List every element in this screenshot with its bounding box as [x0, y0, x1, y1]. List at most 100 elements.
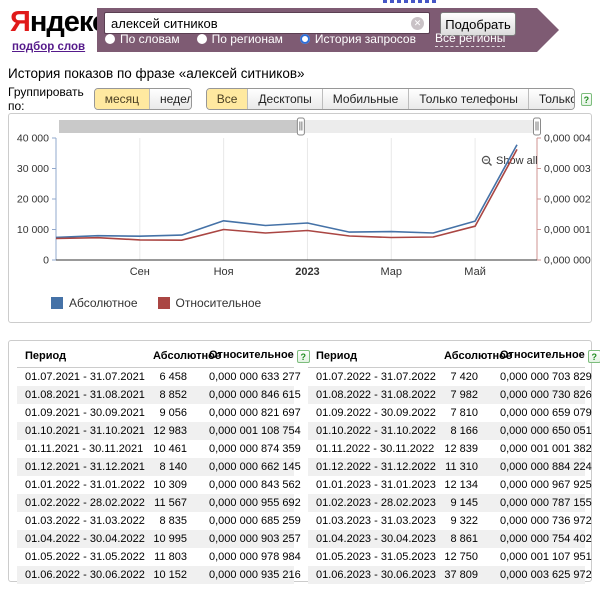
period-cell: 01.10.2022 - 31.10.2022 [316, 425, 436, 437]
table-row: 01.11.2022 - 30.11.2022 12 839 0,000 001 0… [308, 440, 592, 458]
relative-cell: 0,000 000 633 277 [209, 371, 301, 383]
table-row: 01.10.2022 - 31.10.2022 8 166 0,000 000 65… [308, 422, 592, 440]
navigator-handle-icon[interactable] [296, 117, 305, 136]
relative-cell: 0,000 000 685 259 [209, 515, 301, 527]
period-cell: 01.09.2021 - 30.09.2021 [25, 407, 145, 419]
x-axis-label: 2023 [295, 266, 319, 278]
period-cell: 01.12.2021 - 31.12.2021 [25, 461, 145, 473]
relative-cell: 0,000 000 787 155 [500, 497, 592, 509]
left-axis-tick: 40 000 [17, 133, 49, 145]
column-header: Период [308, 345, 436, 368]
period-cell: 01.03.2022 - 31.03.2022 [25, 515, 145, 527]
yandex-logo[interactable]: Яндекс [10, 6, 108, 39]
group-month-button[interactable]: месяц [94, 89, 150, 109]
show-all-button[interactable]: Show all [496, 155, 538, 167]
search-form: ✕ Подобрать По словам По регионам Истори… [97, 8, 537, 52]
history-chart: Сен Ноя 2023 Мар Май 40 000 30 000 20 000 10 000… [8, 113, 592, 323]
device-tablets-button[interactable]: Только планшеты [527, 89, 574, 109]
all-regions-link[interactable]: Все регионы [434, 31, 506, 47]
help-icon[interactable]: ? [587, 350, 600, 363]
group-by-label: Группировать по: [8, 85, 84, 113]
series-line-1 [55, 149, 518, 241]
device-desktop-button[interactable]: Десктопы [247, 89, 322, 109]
right-axis-tick: 0,000 004 [544, 133, 591, 145]
column-header: Абсолютное [145, 345, 221, 368]
series-line-0 [55, 144, 518, 239]
navigator-mask[interactable] [59, 120, 301, 133]
absolute-cell: 11 567 [154, 497, 187, 509]
stats-table: Период Абсолютное Относительное? 01.07.2022… [308, 345, 600, 584]
absolute-cell: 7 420 [450, 371, 478, 383]
table-row: 01.07.2021 - 31.07.2021 6 458 0,000 000 63… [17, 368, 301, 387]
period-cell: 01.02.2022 - 28.02.2022 [25, 497, 145, 509]
table-row: 01.12.2021 - 31.12.2021 8 140 0,000 000 66… [17, 458, 301, 476]
period-cell: 01.12.2022 - 31.12.2022 [316, 461, 436, 473]
device-mobile-button[interactable]: Мобильные [321, 89, 409, 109]
mode-query-history[interactable]: История запросов [299, 32, 416, 46]
x-axis-label: Май [464, 266, 486, 278]
absolute-cell: 11 803 [154, 551, 187, 563]
mode-by-regions[interactable]: По регионам [196, 32, 283, 46]
absolute-cell: 10 461 [153, 443, 187, 455]
clear-input-icon[interactable]: ✕ [411, 17, 424, 30]
period-cell: 01.06.2022 - 30.06.2022 [25, 569, 145, 581]
period-cell: 01.04.2022 - 30.04.2022 [25, 533, 145, 545]
left-axis-tick: 10 000 [17, 224, 49, 236]
absolute-cell: 9 145 [450, 497, 478, 509]
table-row: 01.08.2022 - 31.08.2022 7 982 0,000 000 73… [308, 386, 592, 404]
navigator-range[interactable] [300, 120, 537, 133]
absolute-cell: 10 152 [153, 569, 187, 581]
table-row: 01.08.2021 - 31.08.2021 8 852 0,000 000 84… [17, 386, 301, 404]
table-row: 01.09.2022 - 30.09.2022 7 810 0,000 000 65… [308, 404, 592, 422]
navigator-handle-icon[interactable] [533, 117, 541, 136]
table-row: 01.02.2023 - 28.02.2023 9 145 0,000 000 78… [308, 494, 592, 512]
table-row: 01.07.2022 - 31.07.2022 7 420 0,000 000 70… [308, 368, 592, 387]
legend-item-relative[interactable]: Относительное [157, 296, 262, 310]
relative-cell: 0,000 003 625 972 [500, 569, 592, 581]
stats-tables: Период Абсолютное Относительное? 01.07.2021… [8, 340, 600, 584]
relative-cell: 0,000 000 874 359 [209, 443, 301, 455]
column-header: Период [17, 345, 145, 368]
absolute-cell: 12 839 [444, 443, 478, 455]
help-icon[interactable]: ? [580, 92, 592, 106]
yandex-logo-ya: Я [10, 6, 31, 38]
left-axis-tick: 0 [43, 255, 49, 267]
controls-row: Группировать по: месяц неделя Все Дескто… [8, 85, 592, 113]
period-cell: 01.09.2022 - 30.09.2022 [316, 407, 436, 419]
period-cell: 01.04.2023 - 30.04.2023 [316, 533, 436, 545]
period-cell: 01.08.2021 - 31.08.2021 [25, 389, 145, 401]
absolute-cell: 8 166 [450, 425, 478, 437]
x-axis-label: Ноя [214, 266, 234, 278]
table-row: 01.06.2023 - 30.06.2023 37 809 0,000 003 6… [308, 566, 592, 584]
absolute-cell: 7 982 [450, 389, 478, 401]
right-axis-tick: 0,000 003 [544, 163, 591, 175]
wordstat-link[interactable]: подбор слов [12, 41, 85, 53]
mode-by-words[interactable]: По словам [105, 32, 180, 46]
absolute-cell: 12 134 [444, 479, 478, 491]
period-cell: 01.10.2021 - 31.10.2021 [25, 425, 145, 437]
column-header: Относительное? [201, 345, 310, 368]
absolute-cell: 12 750 [444, 551, 478, 563]
relative-cell: 0,000 000 662 145 [209, 461, 301, 473]
table-row: 01.05.2022 - 31.05.2022 11 803 0,000 000 9… [17, 548, 301, 566]
device-phones-button[interactable]: Только телефоны [408, 89, 528, 109]
table-row: 01.04.2022 - 30.04.2022 10 995 0,000 000 9… [17, 530, 301, 548]
relative-cell: 0,000 000 703 829 [500, 371, 592, 383]
relative-cell: 0,000 000 935 216 [209, 569, 301, 581]
legend-label: Относительное [175, 296, 262, 310]
table-row: 01.05.2023 - 31.05.2023 12 750 0,000 001 1… [308, 548, 592, 566]
absolute-cell: 8 140 [159, 461, 187, 473]
absolute-cell: 8 852 [159, 389, 187, 401]
group-week-button[interactable]: неделя [149, 89, 191, 109]
right-axis-tick: 0,000 000 [544, 255, 591, 267]
absolute-cell: 10 995 [153, 533, 187, 545]
relative-cell: 0,000 001 107 951 [500, 551, 592, 563]
device-all-button[interactable]: Все [206, 89, 248, 109]
table-row: 01.01.2022 - 31.01.2022 10 309 0,000 000 8… [17, 476, 301, 494]
cropped-top-link[interactable] [383, 0, 437, 3]
mode-label: По регионам [211, 32, 283, 46]
legend-item-absolute[interactable]: Абсолютное [51, 296, 138, 310]
absolute-cell: 7 810 [450, 407, 478, 419]
absolute-cell: 9 056 [159, 407, 187, 419]
table-row: 01.03.2023 - 31.03.2023 9 322 0,000 000 73… [308, 512, 592, 530]
